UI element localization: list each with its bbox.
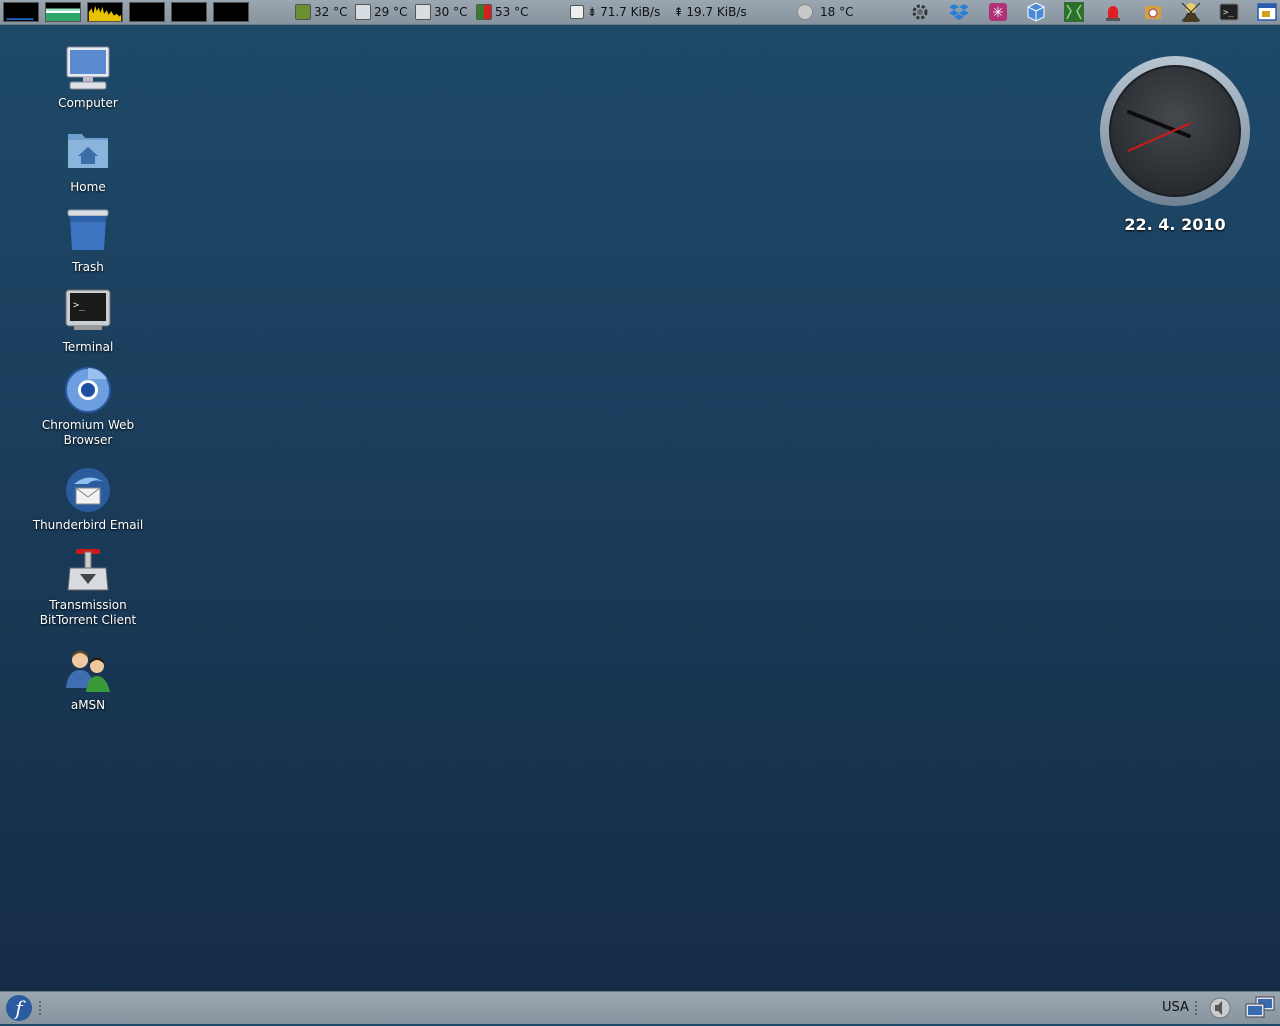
gear-icon[interactable] xyxy=(909,2,931,22)
dropbox-icon[interactable] xyxy=(948,2,970,22)
chromium-icon xyxy=(64,366,112,414)
svg-text:✳: ✳ xyxy=(992,5,1004,21)
sensor-value: 29 °C xyxy=(374,5,408,19)
top-panel: 32 °C 29 °C 30 °C 53 °C ⇟ 71.7 KiB/s ⇞ 1… xyxy=(0,0,1280,25)
load-monitor-icon[interactable] xyxy=(171,2,207,22)
settings-icon[interactable]: ✳ xyxy=(987,2,1009,22)
desktop-icon-computer[interactable]: Computer xyxy=(28,44,148,111)
svg-text:>_: >_ xyxy=(1223,8,1234,18)
desktop-icon-label: Thunderbird Email xyxy=(32,518,144,532)
weather-applet[interactable]: 18 °C xyxy=(797,3,853,21)
network-speed-icon xyxy=(570,5,584,19)
bottom-panel: f USA xyxy=(0,991,1280,1024)
terminal-icon: >_ xyxy=(64,288,112,336)
home-folder-icon xyxy=(64,128,112,176)
disk-monitor-icon[interactable] xyxy=(213,2,249,22)
desktop-icon-label: Chromium Web Browser xyxy=(41,418,135,447)
desktop-icon-trash[interactable]: Trash xyxy=(28,208,148,275)
desktop-icon-label: Home xyxy=(70,180,106,194)
drive-icon xyxy=(415,4,431,20)
desktop-icon-label: aMSN xyxy=(70,698,106,712)
sensor-drive-1[interactable]: 29 °C xyxy=(355,3,407,21)
volume-icon[interactable] xyxy=(1206,996,1234,1020)
sensor-value: 53 °C xyxy=(495,5,529,19)
computer-icon xyxy=(64,44,112,92)
desktop-icon-home[interactable]: Home xyxy=(28,128,148,195)
cloud-icon xyxy=(797,4,813,20)
desktop-icon-chromium[interactable]: Chromium Web Browser xyxy=(28,366,148,448)
cpu-monitor-icon[interactable] xyxy=(3,2,39,22)
alert-icon[interactable] xyxy=(1102,2,1124,22)
terminal-icon[interactable]: >_ xyxy=(1218,2,1240,22)
amsn-icon xyxy=(64,646,112,694)
sensor-value: 32 °C xyxy=(314,5,348,19)
update-icon[interactable] xyxy=(1142,2,1164,22)
desktop-icon-amsn[interactable]: aMSN xyxy=(28,646,148,713)
thunderbird-icon xyxy=(64,466,112,514)
sensor-value: 30 °C xyxy=(434,5,468,19)
memory-monitor-icon[interactable] xyxy=(45,2,81,22)
network-computer-icon[interactable] xyxy=(1244,996,1276,1020)
desktop-icon-label: Terminal xyxy=(62,340,114,354)
gpu-icon xyxy=(476,4,492,20)
package-icon[interactable] xyxy=(1063,2,1085,22)
clock-date: 22. 4. 2010 xyxy=(1124,215,1226,234)
drive-icon xyxy=(355,4,371,20)
desktop-icon-label: Transmission BitTorrent Client xyxy=(39,598,137,627)
desktop-icon-label: Computer xyxy=(58,96,118,110)
desktop-icon-terminal[interactable]: >_ Terminal xyxy=(28,288,148,355)
desktop-icon-label: Trash xyxy=(72,260,104,274)
upload-speed: 19.7 KiB/s xyxy=(686,5,747,19)
panel-handle[interactable] xyxy=(38,1000,42,1016)
upload-arrow-icon: ⇞ xyxy=(673,5,684,19)
download-speed: 71.7 KiB/s xyxy=(600,5,661,19)
window-icon[interactable] xyxy=(1256,2,1278,22)
svg-text:>_: >_ xyxy=(73,300,86,311)
transmission-icon xyxy=(64,546,112,594)
desktop-icon-transmission[interactable]: Transmission BitTorrent Client xyxy=(28,546,148,628)
sensor-cpu[interactable]: 32 °C xyxy=(295,3,347,21)
hitman-icon[interactable] xyxy=(1180,2,1202,22)
desktop-icon-thunderbird[interactable]: Thunderbird Email xyxy=(28,466,148,533)
virtualbox-icon[interactable] xyxy=(1025,2,1047,22)
weather-temperature: 18 °C xyxy=(820,5,854,19)
keyboard-layout[interactable]: USA xyxy=(1162,1000,1189,1015)
download-arrow-icon: ⇟ xyxy=(587,5,598,19)
network-speed[interactable]: ⇟ 71.7 KiB/s ⇞ 19.7 KiB/s xyxy=(570,3,747,21)
panel-handle[interactable] xyxy=(1194,1000,1198,1016)
swap-monitor-icon[interactable] xyxy=(129,2,165,22)
sensor-drive-2[interactable]: 30 °C xyxy=(415,3,467,21)
analog-clock[interactable] xyxy=(1099,55,1251,207)
fedora-logo-icon[interactable]: f xyxy=(4,994,34,1022)
network-monitor-icon[interactable] xyxy=(87,2,123,22)
sensor-gpu[interactable]: 53 °C xyxy=(476,3,528,21)
cpu-chip-icon xyxy=(295,4,311,20)
trash-icon xyxy=(64,208,112,256)
